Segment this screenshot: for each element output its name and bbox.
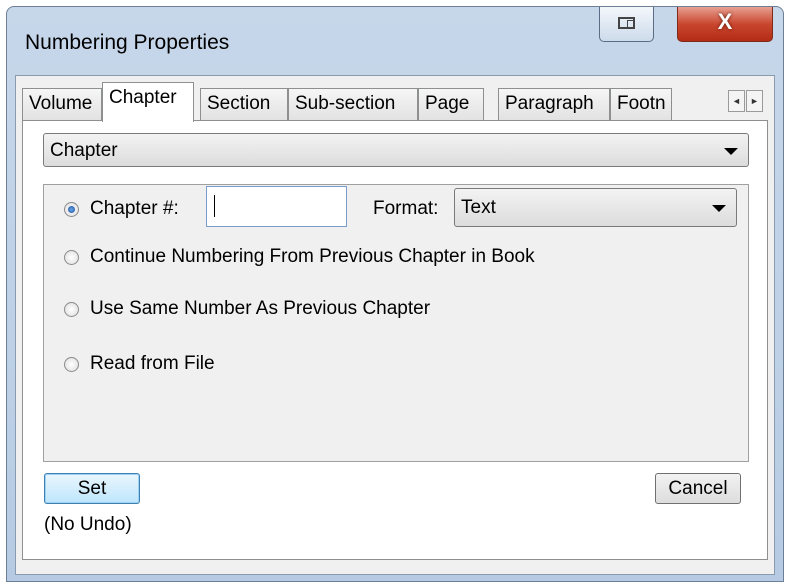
level-select-value: Chapter (50, 140, 118, 161)
radio-button-checked[interactable] (64, 202, 79, 217)
tab-label: Volume (29, 93, 93, 114)
tab-page[interactable]: Page (418, 88, 484, 120)
format-label: Format: (373, 198, 439, 219)
tab-section[interactable]: Section (200, 88, 288, 120)
chapter-number-label: Chapter #: (90, 198, 179, 219)
tab-footnote[interactable]: Footn (610, 88, 672, 120)
format-select-value: Text (461, 197, 496, 218)
level-select[interactable]: Chapter (43, 133, 749, 167)
text-caret (214, 195, 215, 217)
radio-button[interactable] (64, 302, 79, 317)
cancel-button[interactable]: Cancel (655, 473, 741, 504)
tab-sub-section[interactable]: Sub-section (288, 88, 418, 120)
tab-chapter[interactable]: Chapter (102, 82, 194, 122)
restore-icon (618, 17, 635, 29)
set-button[interactable]: Set (44, 473, 140, 504)
no-undo-note: (No Undo) (44, 514, 132, 535)
tab-strip: Volume Chapter Section Sub-section Page … (22, 82, 768, 122)
close-button[interactable]: X (677, 7, 773, 42)
window-title: Numbering Properties (25, 31, 230, 54)
format-select[interactable]: Text (454, 188, 737, 227)
tab-scroll-right-icon[interactable]: ► (746, 90, 763, 112)
title-bar[interactable]: Numbering Properties X (7, 7, 783, 75)
tab-label: Section (207, 93, 271, 114)
tab-label: Paragraph (505, 93, 594, 114)
continue-numbering-label: Continue Numbering From Previous Chapter… (90, 246, 535, 267)
chevron-down-icon (712, 205, 726, 212)
tab-scroll-left-icon[interactable]: ◄ (728, 90, 745, 112)
radio-button[interactable] (64, 250, 79, 265)
tab-label: Page (425, 93, 470, 114)
restore-button[interactable] (599, 7, 654, 42)
close-icon: X (717, 9, 733, 34)
chapter-number-input[interactable] (206, 186, 347, 227)
tab-paragraph[interactable]: Paragraph (498, 88, 610, 120)
same-number-label: Use Same Number As Previous Chapter (90, 298, 431, 319)
tab-label: Chapter (109, 87, 177, 108)
radio-button[interactable] (64, 357, 79, 372)
tab-label: Footn (617, 93, 666, 114)
tab-label: Sub-section (295, 93, 396, 114)
read-from-file-label: Read from File (90, 353, 215, 374)
tab-volume[interactable]: Volume (22, 88, 102, 120)
chevron-down-icon (724, 148, 738, 155)
